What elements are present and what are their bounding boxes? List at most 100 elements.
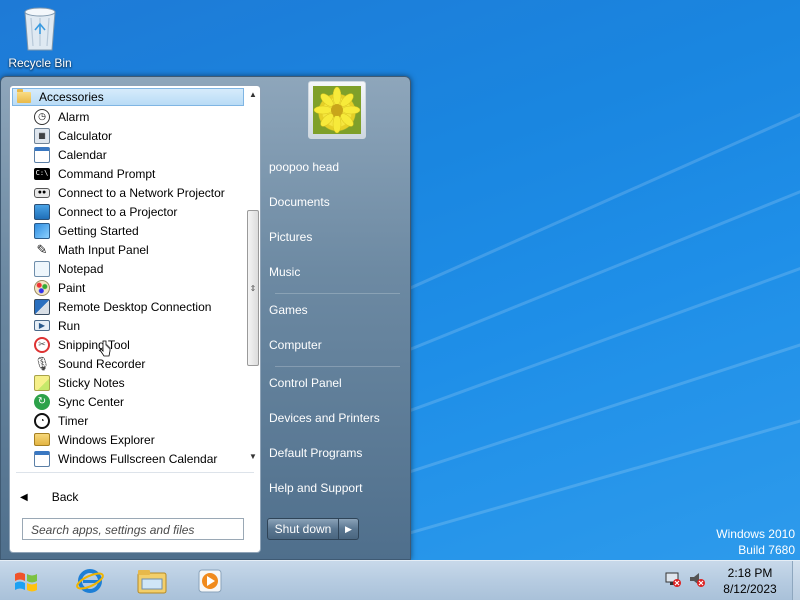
program-label: Remote Desktop Connection <box>58 299 212 314</box>
wallpaper-streak <box>379 88 800 303</box>
program-remote-desktop[interactable]: Remote Desktop Connection <box>30 297 245 316</box>
os-version-line2: Build 7680 <box>738 543 795 557</box>
taskbar-clock[interactable]: 2:18 PM 8/12/2023 <box>712 565 788 597</box>
program-label: Notepad <box>58 261 104 276</box>
link-help-support[interactable]: Help and Support <box>269 481 362 495</box>
program-math-input[interactable]: ✎ Math Input Panel <box>30 240 245 259</box>
program-label: Windows Fullscreen Calendar <box>58 451 218 466</box>
program-sync-center[interactable]: ↻ Sync Center <box>30 392 245 411</box>
clock-time: 2:18 PM <box>727 566 773 580</box>
avatar <box>313 86 361 134</box>
scroll-up-arrow-icon[interactable]: ▲ <box>248 90 258 100</box>
taskbar-media-player[interactable] <box>188 563 232 599</box>
taskbar-internet-explorer[interactable] <box>68 563 112 599</box>
show-desktop-button[interactable] <box>792 561 800 600</box>
remote-desktop-icon <box>34 298 50 315</box>
getting-started-icon <box>34 222 50 239</box>
link-games[interactable]: Games <box>269 303 308 317</box>
program-label: Calendar <box>58 147 107 162</box>
program-list: ◷ Alarm ▦ Calculator Calendar C:\ Comman… <box>30 107 245 468</box>
user-avatar-frame[interactable] <box>308 81 366 139</box>
alarm-icon: ◷ <box>34 108 50 125</box>
program-calculator[interactable]: ▦ Calculator <box>30 126 245 145</box>
program-label: Connect to a Network Projector <box>58 185 225 200</box>
projector-icon <box>34 203 50 220</box>
link-computer[interactable]: Computer <box>269 338 322 352</box>
program-label: Sync Center <box>58 394 125 409</box>
link-documents[interactable]: Documents <box>269 195 330 209</box>
run-icon: ▶ <box>34 320 50 331</box>
scrollbar-thumb[interactable]: ⇕ <box>247 210 259 366</box>
link-music[interactable]: Music <box>269 265 300 279</box>
system-tray <box>664 569 706 589</box>
timer-icon: ◔ <box>34 412 50 429</box>
network-icon[interactable] <box>664 569 682 589</box>
back-arrow-icon: ◀ <box>20 491 28 503</box>
program-paint[interactable]: Paint <box>30 278 245 297</box>
program-label: Paint <box>58 280 86 295</box>
shutdown-button[interactable]: Shut down <box>267 518 339 540</box>
program-label: Calculator <box>58 128 113 143</box>
link-devices-printers[interactable]: Devices and Printers <box>269 411 380 425</box>
folder-accessories[interactable]: Accessories <box>12 88 244 106</box>
program-alarm[interactable]: ◷ Alarm <box>30 107 245 126</box>
calculator-icon: ▦ <box>34 127 50 144</box>
scroll-down-arrow-icon[interactable]: ▼ <box>248 452 258 462</box>
program-run[interactable]: ▶ Run <box>30 316 245 335</box>
link-default-programs[interactable]: Default Programs <box>269 446 362 460</box>
fullscreen-calendar-icon <box>34 450 50 467</box>
start-button[interactable] <box>6 562 46 600</box>
command-prompt-icon: C:\ <box>34 167 50 180</box>
shutdown-options-arrow-icon[interactable]: ▶ <box>339 518 359 540</box>
program-getting-started[interactable]: Getting Started <box>30 221 245 240</box>
calendar-icon <box>34 146 50 163</box>
program-snipping-tool[interactable]: ✂ Snipping Tool <box>30 335 245 354</box>
os-version-line1: Windows 2010 <box>716 527 795 541</box>
program-projector[interactable]: Connect to a Projector <box>30 202 245 221</box>
divider <box>16 472 254 473</box>
folder-icon <box>17 88 31 103</box>
sticky-notes-icon <box>34 374 50 391</box>
user-name-link[interactable]: poopoo head <box>269 160 339 174</box>
mouse-cursor-icon <box>98 340 112 363</box>
program-timer[interactable]: ◔ Timer <box>30 411 245 430</box>
paint-icon <box>34 279 50 296</box>
clock-date: 8/12/2023 <box>723 582 777 596</box>
search-input[interactable]: Search apps, settings and files <box>22 518 244 540</box>
file-explorer-icon <box>137 570 167 594</box>
sound-recorder-icon: 🎙 <box>33 356 51 371</box>
program-label: Sticky Notes <box>58 375 125 390</box>
program-windows-explorer[interactable]: Windows Explorer <box>30 430 245 449</box>
sync-center-icon: ↻ <box>34 393 50 410</box>
program-label: Connect to a Projector <box>58 204 178 219</box>
program-fullscreen-calendar[interactable]: Windows Fullscreen Calendar <box>30 449 245 468</box>
program-label: Getting Started <box>58 223 139 238</box>
program-command-prompt[interactable]: C:\ Command Prompt <box>30 164 245 183</box>
back-label: Back <box>51 490 79 504</box>
internet-explorer-icon <box>76 569 104 593</box>
program-sound-recorder[interactable]: 🎙 Sound Recorder <box>30 354 245 373</box>
folder-label: Accessories <box>39 90 104 104</box>
windows-explorer-icon <box>34 433 50 446</box>
program-sticky-notes[interactable]: Sticky Notes <box>30 373 245 392</box>
programs-panel: Accessories ◷ Alarm ▦ Calculator Calenda… <box>9 85 261 553</box>
link-control-panel[interactable]: Control Panel <box>269 376 342 390</box>
program-list-scrollbar[interactable]: ▲ ⇕ ▼ <box>246 88 260 464</box>
volume-muted-icon[interactable] <box>688 569 706 589</box>
taskbar: 2:18 PM 8/12/2023 <box>0 560 800 600</box>
notepad-icon <box>34 260 50 277</box>
program-label: Alarm <box>58 109 90 124</box>
back-button[interactable]: ◀ Back <box>20 490 78 504</box>
snipping-tool-icon: ✂ <box>34 336 50 353</box>
media-player-icon <box>198 569 222 593</box>
taskbar-file-explorer[interactable] <box>130 563 174 599</box>
link-pictures[interactable]: Pictures <box>269 230 312 244</box>
program-calendar[interactable]: Calendar <box>30 145 245 164</box>
divider <box>275 366 400 367</box>
program-label: Command Prompt <box>58 166 156 181</box>
program-label: Snipping Tool <box>58 337 130 352</box>
program-network-projector[interactable]: ●● Connect to a Network Projector <box>30 183 245 202</box>
desktop-icon-recycle-bin[interactable]: Recycle Bin <box>6 6 74 70</box>
program-label: Timer <box>58 413 89 428</box>
program-notepad[interactable]: Notepad <box>30 259 245 278</box>
